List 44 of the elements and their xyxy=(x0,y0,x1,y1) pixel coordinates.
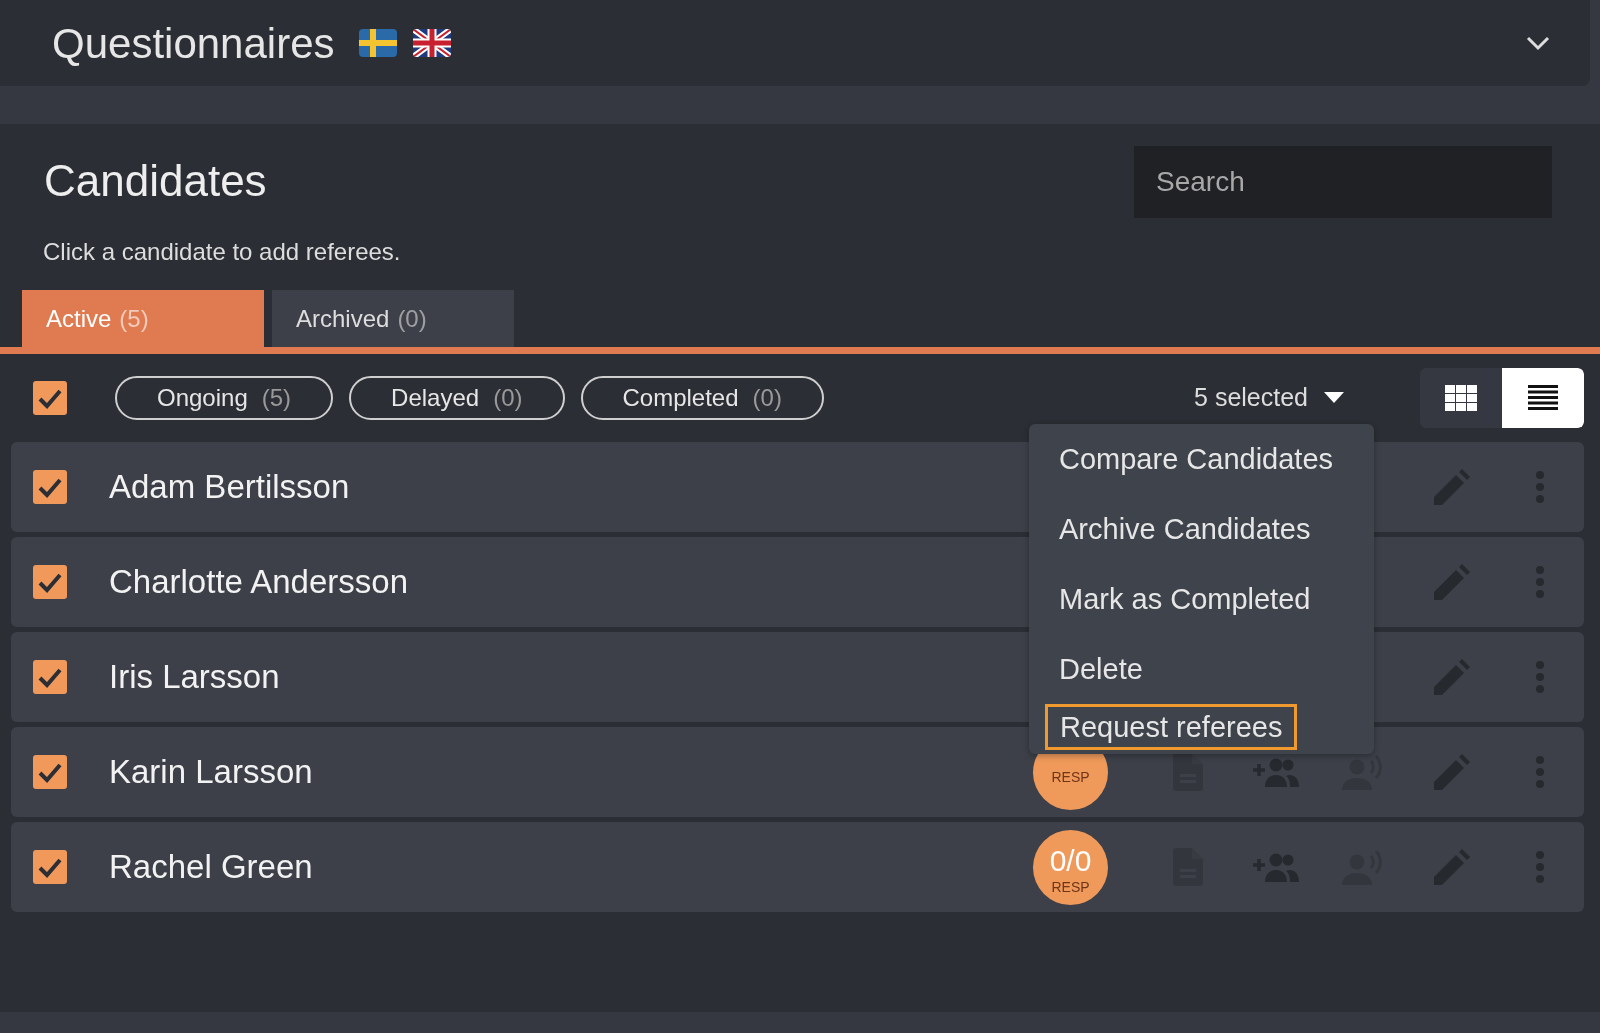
section-subtitle: Click a candidate to add referees. xyxy=(43,237,401,267)
search-field[interactable]: Search xyxy=(1134,146,1552,218)
section-title: Candidates xyxy=(44,155,268,207)
pencil-icon[interactable] xyxy=(1434,564,1470,600)
checkbox[interactable] xyxy=(33,470,67,504)
candidate-name: Adam Bertilsson xyxy=(109,467,350,508)
more-options-icon[interactable] xyxy=(1535,851,1545,883)
document-icon[interactable] xyxy=(1173,753,1203,791)
app-title: Questionnaires xyxy=(52,18,335,69)
add-people-icon[interactable] xyxy=(1253,852,1299,882)
candidate-row[interactable]: Rachel Green 0/0 RESP xyxy=(11,822,1584,912)
more-options-icon[interactable] xyxy=(1535,566,1545,598)
filter-chip[interactable]: Completed (0) xyxy=(580,376,824,420)
uk-flag-icon[interactable] xyxy=(412,29,451,57)
candidate-name: Karin Larsson xyxy=(109,752,313,793)
pencil-icon[interactable] xyxy=(1434,659,1470,695)
checkbox[interactable] xyxy=(33,660,67,694)
pencil-icon[interactable] xyxy=(1434,754,1470,790)
caret-icon xyxy=(1324,392,1344,404)
checkbox[interactable] xyxy=(33,565,67,599)
response-badge: 0/0 RESP xyxy=(1033,829,1108,905)
more-options-icon[interactable] xyxy=(1535,471,1545,503)
menu-item[interactable]: Request referees xyxy=(1045,704,1298,751)
menu-item[interactable]: Delete xyxy=(1029,634,1374,705)
filter-chip[interactable]: Ongoing (5) xyxy=(115,376,334,420)
candidate-name: Rachel Green xyxy=(109,847,313,888)
pencil-icon[interactable] xyxy=(1434,469,1470,505)
more-options-icon[interactable] xyxy=(1535,756,1545,788)
list-icon xyxy=(1528,385,1558,411)
grid-icon xyxy=(1445,385,1477,411)
checkbox[interactable] xyxy=(33,381,67,415)
chevron-down-icon[interactable] xyxy=(1526,35,1550,51)
swedish-flag-icon[interactable] xyxy=(358,29,397,57)
view-toggle[interactable] xyxy=(1502,368,1584,428)
candidate-name: Charlotte Andersson xyxy=(109,562,408,603)
more-options-icon[interactable] xyxy=(1535,661,1545,693)
candidate-name: Iris Larsson xyxy=(109,657,280,698)
checkbox[interactable] xyxy=(33,755,67,789)
tab[interactable]: Archived (0) xyxy=(272,290,514,347)
pencil-icon[interactable] xyxy=(1434,849,1470,885)
filter-chip[interactable]: Delayed (0) xyxy=(349,376,565,420)
add-people-icon[interactable] xyxy=(1253,757,1299,787)
selection-dropdown[interactable]: 5 selected xyxy=(1188,378,1350,418)
checkbox[interactable] xyxy=(33,850,67,884)
